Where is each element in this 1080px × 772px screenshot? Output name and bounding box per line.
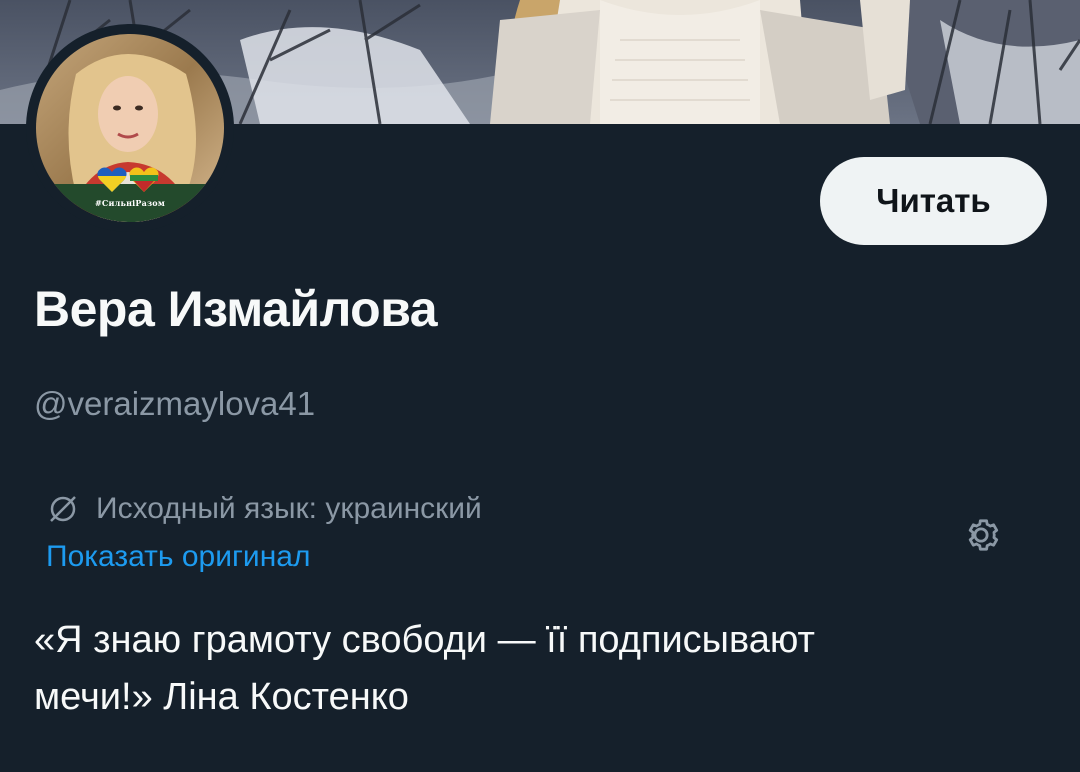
user-handle: @veraizmaylova41 — [34, 385, 316, 422]
avatar-image: #СильніРазом — [36, 34, 224, 222]
profile-page: #СильніРазом Читать Вера Измайлова @vera… — [0, 0, 1080, 772]
source-language-label: Исходный язык: украинский — [96, 492, 482, 525]
gear-icon[interactable] — [960, 514, 1002, 556]
avatar-hashtag: #СильніРазом — [95, 198, 165, 208]
display-name: Вера Измайлова — [34, 281, 438, 337]
translate-icon — [46, 492, 80, 526]
profile-avatar[interactable]: #СильніРазом — [26, 24, 234, 232]
show-original-link[interactable]: Показать оригинал — [46, 540, 310, 574]
follow-button[interactable]: Читать — [820, 157, 1047, 245]
profile-bio: «Я знаю грамоту свободи — її подписывают… — [34, 612, 1034, 726]
translation-info: Исходный язык: украинский — [46, 492, 482, 526]
bio-line: «Я знаю грамоту свободи — її подписывают — [34, 619, 815, 661]
bio-line: мечи!» Ліна Костенко — [34, 676, 409, 718]
